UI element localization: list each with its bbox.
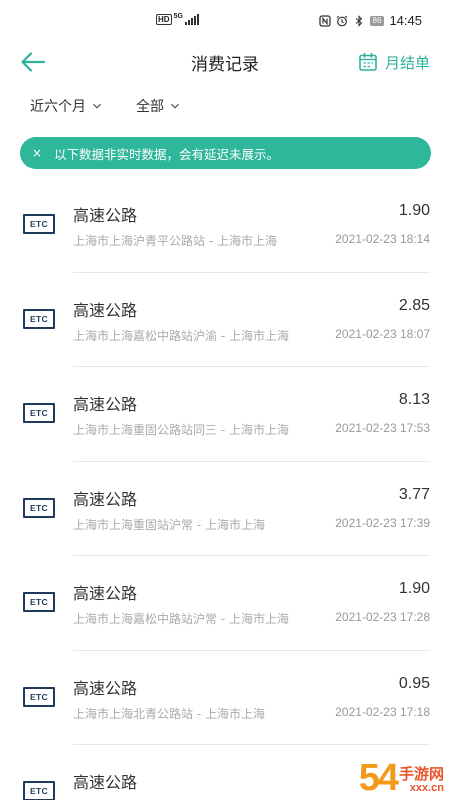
list-item[interactable]: ETC 高速公路 2.85 上海市上海嘉松中路站沪渝 - 上海市上海 2021-… [0,273,450,367]
record-title: 高速公路 [73,489,138,509]
arrow-left-icon [21,52,46,72]
record-location: 上海市上海沪青平公路站 - 上海市上海 [73,234,277,248]
record-location: 上海市上海重固站沪常 - 上海市上海 [73,517,265,532]
records-list: ETC 高速公路 1.90 上海市上海沪青平公路站 - 上海市上海 2021-0… [0,178,450,800]
filter-bar: 近六个月 全部 [30,92,180,120]
period-filter[interactable]: 近六个月 [30,92,102,120]
monthly-statement-button[interactable]: 月结单 [358,48,430,76]
record-time: 2021-02-23 17:18 [335,704,430,719]
bluetooth-icon [355,14,362,27]
chevron-down-icon [93,103,101,109]
record-amount: 0.95 [398,674,430,692]
status-bar: HD 5G 86 14:45 [0,0,450,40]
delay-notice-text: 以下数据非实时数据，会有延迟未展示。 [54,146,280,162]
monthly-statement-label: 月结单 [384,53,430,72]
status-icons: 86 14:45 [318,13,422,28]
alarm-icon [336,15,347,26]
record-location: 上海市上海嘉松中路站沪常 - 上海市上海 [73,612,289,626]
screen: HD 5G 86 14:45 消费记录 月结单 近六个月 全部 × 以下数据非实… [0,0,450,800]
watermark-site: 手游网 [398,765,444,783]
category-filter[interactable]: 全部 [136,92,180,120]
list-item[interactable]: ETC 高速公路 8.13 上海市上海重固公路站同三 - 上海市上海 2021-… [0,367,450,462]
record-time: 2021-02-23 18:14 [335,232,430,246]
delay-notice-banner: × 以下数据非实时数据，会有延迟未展示。 [20,137,431,169]
record-amount: 2.85 [398,296,430,314]
nfc-icon [318,14,331,27]
watermark-text: 手游网 xxx.cn [399,766,444,794]
watermark-digits: 54 [358,757,399,799]
etc-icon: ETC [23,592,55,612]
etc-icon: ETC [23,308,55,329]
list-item[interactable]: ETC 高速公路 1.90 上海市上海沪青平公路站 - 上海市上海 2021-0… [0,178,450,273]
etc-icon: ETC [23,403,55,423]
record-location: 上海市上海嘉松中路站沪渝 - 上海市上海 [73,328,289,343]
list-item[interactable]: ETC 高速公路 0.95 上海市上海北青公路站 - 上海市上海 2021-02… [0,651,450,745]
record-location: 上海市上海北青公路站 - 上海市上海 [73,706,265,721]
etc-icon: ETC [23,497,55,518]
signal-icon [184,14,199,25]
record-title: 高速公路 [73,584,138,603]
record-title: 高速公路 [73,395,138,414]
etc-icon: ETC [23,686,55,707]
record-title: 高速公路 [73,678,138,698]
record-amount: 1.90 [398,580,430,597]
category-filter-label: 全部 [136,99,164,115]
record-amount: 8.13 [398,391,430,408]
etc-icon: ETC [23,214,55,234]
record-time: 2021-02-23 18:07 [335,326,430,341]
network-indicator: HD 5G [156,13,199,25]
calendar-icon [359,52,377,71]
hd-badge: HD [156,14,172,25]
record-title: 高速公路 [73,300,138,320]
network-type: 5G [173,13,183,20]
close-icon[interactable]: × [20,137,54,169]
period-filter-label: 近六个月 [30,99,86,115]
app-header: 消费记录 月结单 [0,40,450,84]
back-button[interactable] [18,48,48,76]
record-time: 2021-02-23 17:28 [335,610,430,624]
site-watermark: 54 手游网 xxx.cn [294,748,444,798]
record-amount: 3.77 [398,485,430,503]
battery-icon: 86 [369,15,385,26]
record-time: 2021-02-23 17:53 [335,421,430,435]
watermark-url: xxx.cn [409,782,444,794]
record-time: 2021-02-23 17:39 [335,515,430,530]
record-location: 上海市上海重固公路站同三 - 上海市上海 [73,423,289,437]
etc-icon: ETC [23,781,55,800]
list-item[interactable]: ETC 高速公路 1.90 上海市上海嘉松中路站沪常 - 上海市上海 2021-… [0,556,450,651]
record-amount: 1.90 [398,202,430,219]
record-title: 高速公路 [73,206,138,225]
chevron-down-icon [171,103,179,109]
clock: 14:45 [389,13,422,28]
record-title: 高速公路 [73,773,138,792]
list-item[interactable]: ETC 高速公路 3.77 上海市上海重固站沪常 - 上海市上海 2021-02… [0,462,450,556]
